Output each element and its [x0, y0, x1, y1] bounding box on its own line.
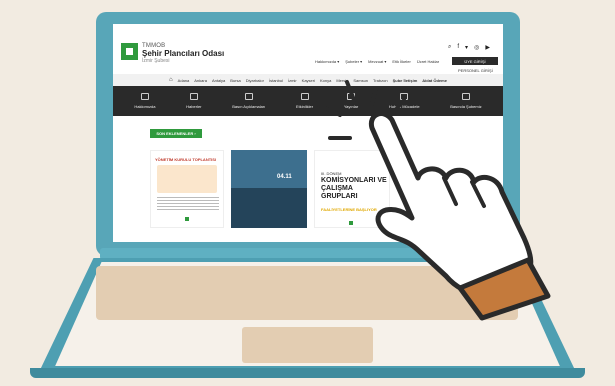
pointing-hand-icon — [368, 111, 551, 321]
laptop-illustration: TMMOB Şehir Plancıları Odası İzmir Şubes… — [0, 0, 615, 386]
